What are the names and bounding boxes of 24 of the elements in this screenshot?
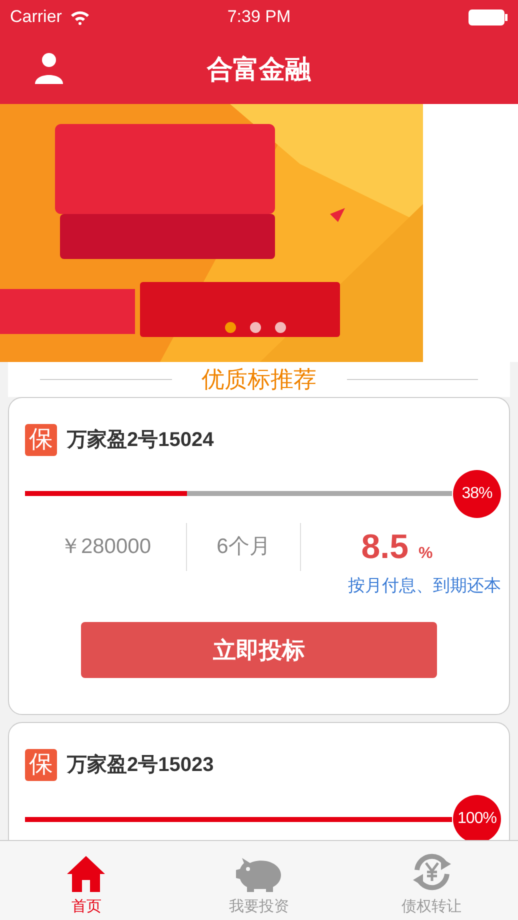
amount-value: ￥280000 [25, 523, 187, 571]
home-icon [66, 854, 106, 892]
progress-badge: 100% [453, 795, 501, 840]
repayment-method: 按月付息、到期还本 [348, 574, 501, 596]
wifi-icon [70, 10, 90, 24]
battery-icon [468, 8, 508, 26]
user-icon [34, 52, 64, 84]
rate-unit: % [418, 544, 433, 564]
product-name: 万家盈2号15024 [67, 428, 214, 452]
interest-rate: 8.5 [361, 526, 409, 568]
clock: 7:39 PM [227, 6, 291, 28]
tab[interactable]: 债权转让 [345, 841, 518, 920]
progress-badge: 38% [453, 470, 501, 518]
product-name: 万家盈2号15023 [67, 752, 214, 778]
profile-button[interactable] [34, 52, 64, 84]
guarantee-badge: 保 [25, 749, 57, 781]
tab[interactable]: 首页 [0, 841, 173, 920]
section-title: 优质标推荐 [202, 365, 316, 394]
term-value: 6个月 [187, 523, 301, 571]
nav-title: 合富金融 [207, 52, 311, 86]
invest-button[interactable]: 立即投标 [81, 622, 437, 678]
tab[interactable]: 我要投资 [172, 841, 346, 920]
guarantee-badge: 保 [25, 424, 57, 456]
carrier-label: Carrier [10, 6, 62, 28]
